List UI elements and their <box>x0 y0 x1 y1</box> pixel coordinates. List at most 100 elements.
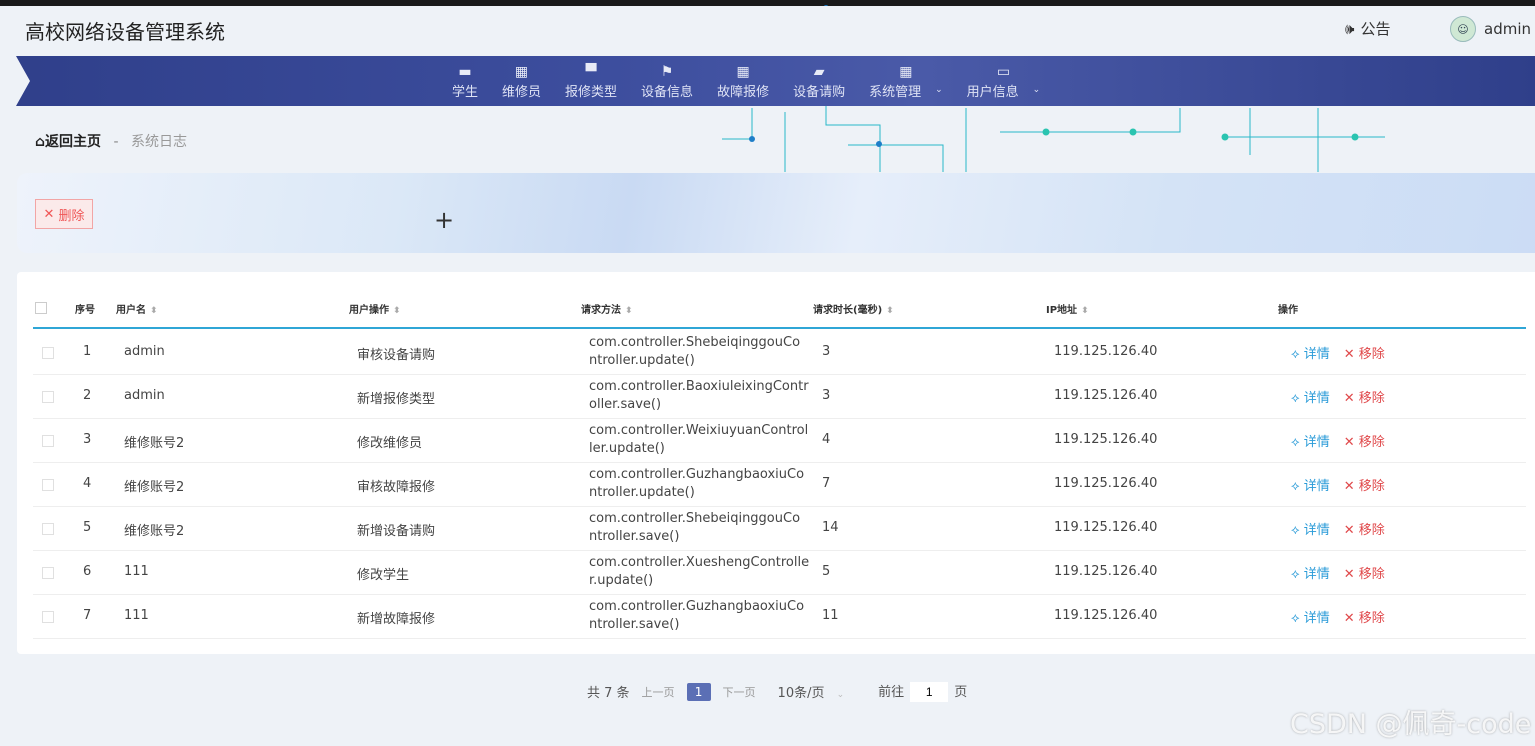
detail-label: 详情 <box>1303 567 1330 582</box>
header-operation-label: 用户操作 <box>349 305 389 316</box>
user-menu[interactable]: ☺ admin <box>1450 16 1531 42</box>
cell-method: com.controller.ShebeiqinggouCo ntroller.s… <box>589 510 804 546</box>
notice-button[interactable]: 🕪 公告 <box>1345 18 1390 39</box>
remove-link[interactable]: ✕ 移除 <box>1344 611 1385 626</box>
nav-item-user-info[interactable]: ▭ 用户信息 ⌄ <box>955 56 1053 106</box>
header-duration[interactable]: 请求时长(毫秒) ⬍ <box>813 301 894 316</box>
remove-link[interactable]: ✕ 移除 <box>1344 523 1385 538</box>
remove-link[interactable]: ✕ 移除 <box>1344 479 1385 494</box>
close-icon: ✕ <box>1343 435 1355 450</box>
chevron-down-icon: ⌄ <box>836 690 845 700</box>
cell-username: 维修账号2 <box>124 480 185 495</box>
cell-index: 2 <box>83 388 92 403</box>
nav-label: 学生 <box>452 84 479 100</box>
cell-method-line2: r.update() <box>589 573 654 588</box>
header-method[interactable]: 请求方法 ⬍ <box>581 301 633 316</box>
nav-item-repair-type[interactable]: ▀ 报修类型 <box>553 56 629 106</box>
breadcrumb-home[interactable]: ⌂返回主页 <box>35 134 101 150</box>
cell-duration: 14 <box>822 520 839 535</box>
header-actions: 操作 <box>1278 305 1298 316</box>
page-size-select[interactable]: 10条/页 ⌄ <box>778 682 845 701</box>
header-ip-label: IP地址 <box>1046 305 1078 316</box>
detail-link[interactable]: ⟡ 详情 <box>1291 611 1330 626</box>
cell-username: admin <box>124 344 165 359</box>
breadcrumb-separator: - <box>113 134 119 150</box>
close-icon: ✕ <box>1343 523 1355 538</box>
table-row: 1 admin 审核设备请购 com.controller.Shebeiqinggou… <box>33 330 1526 375</box>
detail-link[interactable]: ⟡ 详情 <box>1291 347 1330 362</box>
nav-label: 故障报修 <box>717 84 770 100</box>
detail-icon: ⟡ <box>1291 435 1300 450</box>
row-checkbox[interactable] <box>42 391 54 403</box>
remove-link[interactable]: ✕ 移除 <box>1344 391 1385 406</box>
detail-link[interactable]: ⟡ 详情 <box>1291 391 1330 406</box>
cell-method-line1: com.controller.XueshengControlle <box>589 555 810 570</box>
pager-prev-button[interactable]: 上一页 <box>642 684 675 700</box>
detail-link[interactable]: ⟡ 详情 <box>1291 479 1330 494</box>
header-index: 序号 <box>75 305 95 316</box>
row-checkbox[interactable] <box>42 611 54 623</box>
cell-index: 5 <box>83 520 92 535</box>
sort-icon: ⬍ <box>625 306 633 316</box>
cell-method-line1: com.controller.GuzhangbaoxiuCo <box>589 599 805 614</box>
avatar: ☺ <box>1450 16 1476 42</box>
app-title: 高校网络设备管理系统 <box>25 20 225 44</box>
pager-current-page[interactable]: 1 <box>686 682 711 701</box>
pager-next-button[interactable]: 下一页 <box>723 684 756 700</box>
detail-link[interactable]: ⟡ 详情 <box>1291 523 1330 538</box>
nav-item-device-purchase[interactable]: ▰ 设备请购 <box>781 56 857 106</box>
row-checkbox[interactable] <box>42 567 54 579</box>
remove-link[interactable]: ✕ 移除 <box>1344 435 1385 450</box>
header-username[interactable]: 用户名 ⬍ <box>116 301 158 316</box>
close-icon: ✕ <box>1343 347 1355 362</box>
header-operation[interactable]: 用户操作 ⬍ <box>349 301 401 316</box>
detail-label: 详情 <box>1303 611 1330 626</box>
detail-link[interactable]: ⟡ 详情 <box>1291 567 1330 582</box>
cell-username: 维修账号2 <box>124 436 185 451</box>
row-checkbox[interactable] <box>42 479 54 491</box>
row-checkbox[interactable] <box>42 347 54 359</box>
row-checkbox[interactable] <box>42 523 54 535</box>
grid-icon: ▦ <box>899 63 913 80</box>
cell-actions: ⟡ 详情 ✕ 移除 <box>1291 387 1385 406</box>
nav-item-student[interactable]: ▬ 学生 <box>440 56 490 106</box>
remove-link[interactable]: ✕ 移除 <box>1344 567 1385 582</box>
detail-icon: ⟡ <box>1291 523 1300 538</box>
table-header: 序号 用户名 ⬍ 用户操作 ⬍ 请求方法 ⬍ 请求时长(毫秒) ⬍ IP地址 ⬍ 操作 <box>33 287 1526 329</box>
delete-button[interactable]: ✕ 删除 <box>35 199 93 229</box>
nav-item-system-admin[interactable]: ▦ 系统管理 ⌄ <box>857 56 955 106</box>
remove-label: 移除 <box>1358 567 1385 582</box>
cell-method-line1: com.controller.GuzhangbaoxiuCo <box>589 467 805 482</box>
header-ip[interactable]: IP地址 ⬍ <box>1046 301 1089 316</box>
select-all-checkbox[interactable] <box>35 302 47 314</box>
cell-method: com.controller.ShebeiqinggouCo ntroller.u… <box>589 334 804 370</box>
cell-operation: 新增故障报修 <box>357 612 436 627</box>
cell-method: com.controller.BaoxiuleixingContr oller.s… <box>589 378 809 414</box>
detail-label: 详情 <box>1303 435 1330 450</box>
notice-label: 公告 <box>1360 20 1391 38</box>
nav-item-repairer[interactable]: ▦ 维修员 <box>490 56 553 106</box>
nav-item-fault-repair[interactable]: ▦ 故障报修 <box>705 56 781 106</box>
cell-method-line2: ntroller.update() <box>589 485 695 500</box>
remove-label: 移除 <box>1358 391 1385 406</box>
cell-actions: ⟡ 详情 ✕ 移除 <box>1291 343 1385 362</box>
sort-icon: ⬍ <box>1081 306 1089 316</box>
cell-method-line1: com.controller.ShebeiqinggouCo <box>589 511 801 526</box>
nav-label: 报修类型 <box>565 84 618 100</box>
app-header: 高校网络设备管理系统 🕪 公告 ☺ admin <box>0 6 1535 56</box>
detail-icon: ⟡ <box>1291 567 1300 582</box>
cell-actions: ⟡ 详情 ✕ 移除 <box>1291 563 1385 582</box>
cell-duration: 3 <box>822 344 831 359</box>
table-row: 6 111 修改学生 com.controller.XueshengControlle… <box>33 550 1526 595</box>
row-checkbox[interactable] <box>42 435 54 447</box>
cell-ip: 119.125.126.40 <box>1054 564 1158 579</box>
nav-item-device-info[interactable]: ⚑ 设备信息 <box>629 56 705 106</box>
detail-link[interactable]: ⟡ 详情 <box>1291 435 1330 450</box>
cell-operation: 新增报修类型 <box>357 392 436 407</box>
goto-page-input[interactable] <box>910 682 949 702</box>
pager-goto: 前往 页 <box>878 681 967 702</box>
cell-username: 维修账号2 <box>124 524 185 539</box>
remove-link[interactable]: ✕ 移除 <box>1344 347 1385 362</box>
goto-suffix: 页 <box>954 685 968 700</box>
cell-duration: 7 <box>822 476 831 491</box>
